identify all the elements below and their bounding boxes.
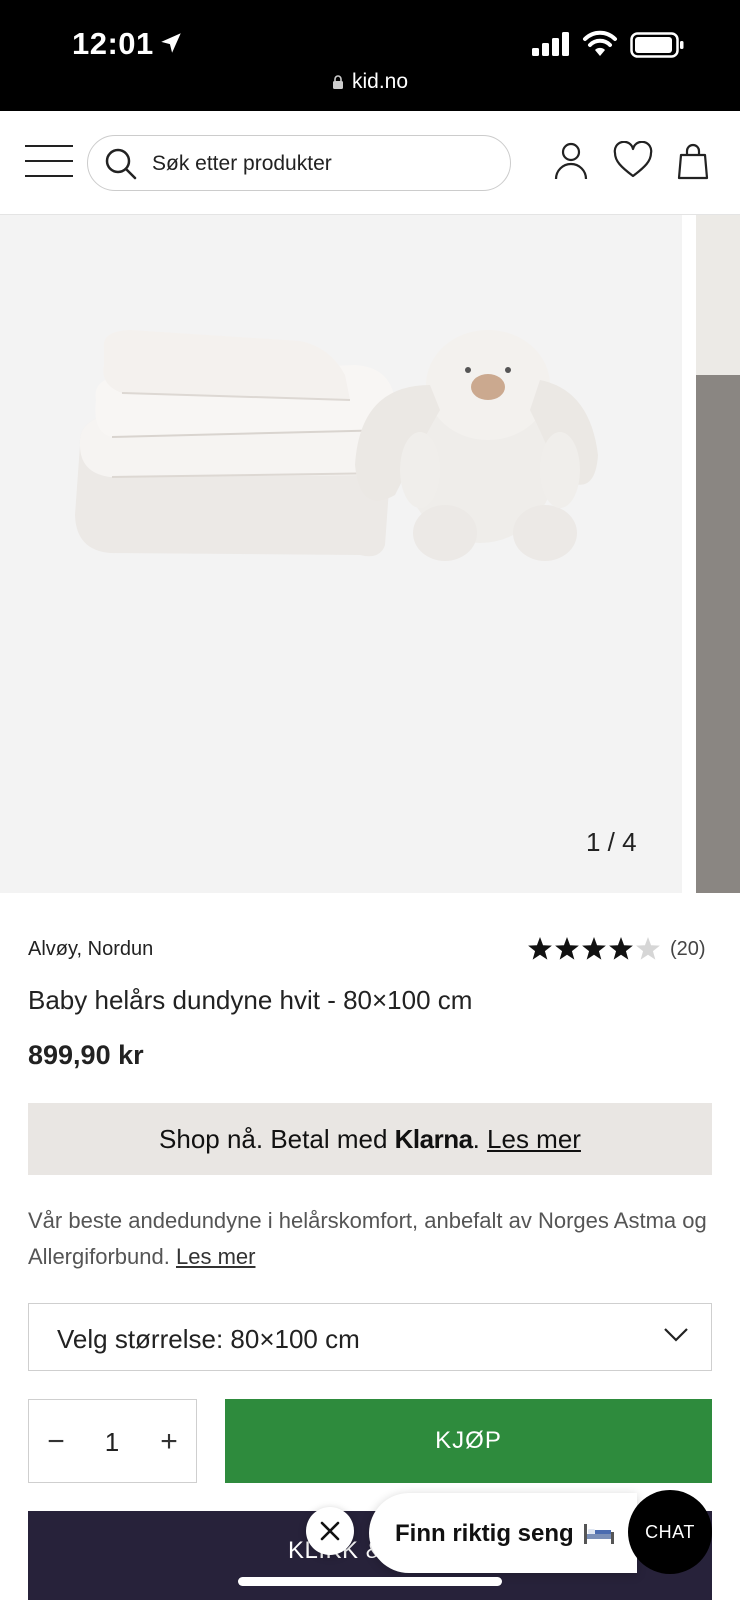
rating-star-icon (528, 937, 552, 960)
quantity-stepper: − 1 + (28, 1399, 197, 1483)
search-input[interactable]: Søk etter produkter (87, 135, 511, 191)
quantity-increase-button[interactable]: + (142, 1400, 196, 1484)
product-brand[interactable]: Alvøy, Nordun (28, 938, 153, 961)
duvet-and-bunny-illustration (75, 330, 598, 561)
chat-button[interactable]: CHAT (628, 1490, 712, 1574)
rating-count: (20) (670, 937, 706, 960)
description-text: Vår beste andedundyne i helårskomfort, a… (28, 1208, 707, 1269)
buy-button[interactable]: KJØP (225, 1399, 712, 1483)
klarna-logo: Klarna (394, 1124, 473, 1154)
account-icon[interactable] (552, 141, 590, 181)
description-read-more-link[interactable]: Les mer (176, 1244, 255, 1269)
url-bar[interactable]: kid.no (0, 70, 740, 94)
klarna-prefix: Shop nå. Betal med (159, 1124, 395, 1154)
rating-star-icon (555, 937, 579, 960)
close-popup-button[interactable] (306, 1507, 354, 1555)
bed-finder-label: Finn riktig seng (395, 1520, 616, 1548)
status-time: 12:01 (72, 26, 154, 61)
product-image[interactable]: 1 / 4 (0, 215, 682, 893)
search-placeholder: Søk etter produkter (152, 152, 332, 175)
search-icon (105, 148, 137, 180)
home-indicator (238, 1577, 502, 1586)
size-select[interactable]: Velg størrelse: 80×100 cm (28, 1303, 712, 1371)
size-select-value: Velg størrelse: 80×100 cm (57, 1324, 360, 1354)
product-gallery[interactable]: 1 / 4 (0, 215, 740, 893)
wifi-icon (583, 30, 617, 56)
gallery-counter: 1 / 4 (586, 827, 637, 857)
rating-stars (528, 937, 660, 960)
product-price: 899,90 kr (28, 1040, 144, 1070)
location-arrow-icon (161, 33, 181, 53)
chevron-down-icon (664, 1328, 688, 1342)
klarna-read-more-link[interactable]: Les mer (487, 1124, 581, 1154)
menu-icon[interactable] (25, 145, 73, 179)
status-bar: 12:01 kid.no (0, 0, 740, 111)
heart-icon[interactable] (613, 141, 653, 181)
product-rating[interactable]: (20) (527, 934, 706, 964)
battery-icon (630, 32, 684, 58)
rating-star-icon (636, 937, 660, 960)
product-title: Baby helårs dundyne hvit - 80×100 cm (28, 985, 473, 1015)
close-icon (320, 1521, 340, 1541)
quantity-value[interactable]: 1 (83, 1400, 141, 1484)
klarna-dot: . (472, 1124, 480, 1154)
site-header: Søk etter produkter (0, 111, 740, 215)
next-product-image[interactable] (696, 215, 740, 893)
rating-star-icon (582, 937, 606, 960)
klarna-banner[interactable]: Shop nå. Betal med Klarna. Les mer (28, 1103, 712, 1175)
product-description: Vår beste andedundyne i helårskomfort, a… (28, 1203, 712, 1275)
url-text: kid.no (351, 70, 409, 93)
lock-icon (332, 75, 343, 89)
bag-icon[interactable] (676, 141, 710, 181)
bed-finder-popup[interactable]: Finn riktig seng (369, 1493, 637, 1573)
rating-star-icon (609, 937, 633, 960)
quantity-decrease-button[interactable]: − (29, 1400, 83, 1484)
bed-icon (583, 1524, 614, 1544)
cellular-signal-icon (532, 32, 569, 56)
